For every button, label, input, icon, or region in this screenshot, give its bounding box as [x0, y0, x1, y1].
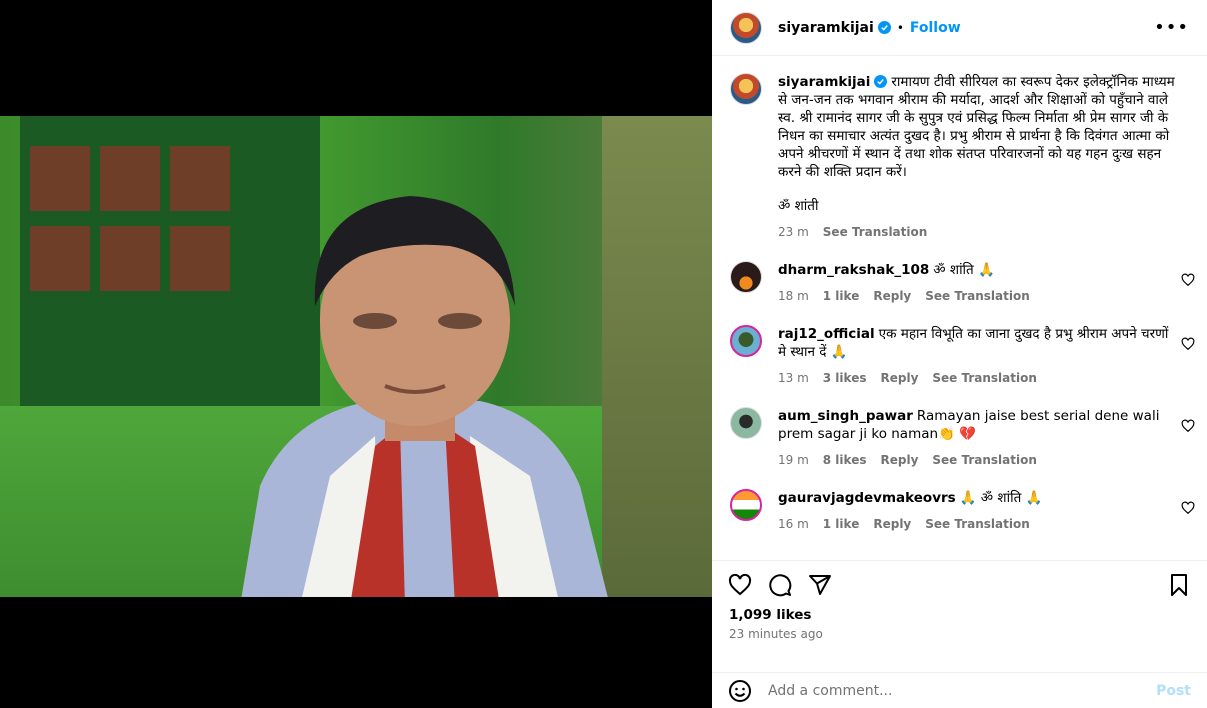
comment-likes[interactable]: 8 likes — [823, 451, 867, 469]
photo-window-pane — [100, 226, 160, 291]
caption-tail: ॐ शांती — [778, 198, 819, 214]
reply-button[interactable]: Reply — [873, 287, 911, 305]
comment-like-heart-icon[interactable] — [1181, 501, 1195, 515]
caption-meta: 23 m See Translation — [778, 223, 1178, 241]
bookmark-icon[interactable] — [1167, 573, 1191, 597]
post-comment-button[interactable]: Post — [1156, 683, 1191, 699]
comment-body: raj12_official एक महान विभूति का जाना दुख… — [778, 325, 1178, 387]
comment-body: dharm_rakshak_108 ॐ शांति 🙏 18 m 1 like R… — [778, 261, 1178, 305]
comment-time[interactable]: 18 m — [778, 287, 809, 305]
comment-like-heart-icon[interactable] — [1181, 337, 1195, 351]
comments-list[interactable]: siyaramkijai रामायण टीवी सीरियल का स्वरूप… — [712, 57, 1207, 559]
commenter-avatar[interactable] — [730, 261, 762, 293]
comment-meta: 13 m 3 likes Reply See Translation — [778, 369, 1178, 387]
comment-text: 🙏 ॐ शांति 🙏 — [959, 490, 1043, 506]
comment-likes[interactable]: 3 likes — [823, 369, 867, 387]
heart-icon[interactable] — [728, 573, 752, 597]
comment-username[interactable]: gauravjagdevmakeovrs — [778, 490, 956, 506]
follow-button[interactable]: Follow — [910, 20, 961, 36]
comment-time[interactable]: 19 m — [778, 451, 809, 469]
comment-item: aum_singh_pawar Ramayan jaise best serial… — [712, 387, 1207, 469]
author-username[interactable]: siyaramkijai — [778, 20, 874, 36]
post-side-panel: siyaramkijai • Follow ••• siyaramkijai रा… — [712, 0, 1207, 708]
commenter-avatar[interactable] — [730, 489, 762, 521]
comment-time[interactable]: 16 m — [778, 515, 809, 533]
author-avatar[interactable] — [730, 11, 762, 44]
verified-icon — [877, 21, 891, 34]
photo-person — [241, 196, 608, 597]
reply-button[interactable]: Reply — [880, 451, 918, 469]
reply-button[interactable]: Reply — [880, 369, 918, 387]
add-comment-bar: Add a comment... Post — [712, 672, 1207, 708]
see-translation-link[interactable]: See Translation — [932, 451, 1037, 469]
see-translation-link[interactable]: See Translation — [925, 515, 1030, 533]
share-icon[interactable] — [808, 573, 832, 597]
post-actions: 1,099 likes 23 minutes ago Add a comment… — [712, 560, 1207, 708]
comment-meta: 19 m 8 likes Reply See Translation — [778, 451, 1178, 469]
reply-button[interactable]: Reply — [873, 515, 911, 533]
likes-count[interactable]: 1,099 likes — [712, 597, 1207, 623]
photo-window-pane — [30, 146, 90, 211]
photo-window-pane — [100, 146, 160, 211]
comment-icon[interactable] — [768, 573, 792, 597]
comment-like-heart-icon[interactable] — [1181, 419, 1195, 433]
comment-likes[interactable]: 1 like — [823, 515, 860, 533]
comment-item: gauravjagdevmakeovrs 🙏 ॐ शांति 🙏 16 m 1 l… — [712, 469, 1207, 533]
post-media[interactable] — [0, 0, 712, 708]
emoji-icon[interactable] — [728, 679, 752, 703]
caption-body: siyaramkijai रामायण टीवी सीरियल का स्वरूप… — [778, 73, 1178, 241]
comment-time[interactable]: 13 m — [778, 369, 809, 387]
commenter-avatar[interactable] — [730, 407, 762, 439]
instagram-post-view: siyaramkijai • Follow ••• siyaramkijai रा… — [0, 0, 1207, 708]
comment-username[interactable]: dharm_rakshak_108 — [778, 262, 929, 278]
caption-username[interactable]: siyaramkijai — [778, 74, 870, 90]
comment-body: aum_singh_pawar Ramayan jaise best serial… — [778, 407, 1178, 469]
comment-input[interactable]: Add a comment... — [768, 683, 892, 699]
post-photo — [0, 116, 712, 597]
post-caption: siyaramkijai रामायण टीवी सीरियल का स्वरूप… — [712, 57, 1207, 241]
comment-meta: 18 m 1 like Reply See Translation — [778, 287, 1178, 305]
comment-item: raj12_official एक महान विभूति का जाना दुख… — [712, 305, 1207, 387]
comment-item: dharm_rakshak_108 ॐ शांति 🙏 18 m 1 like R… — [712, 241, 1207, 305]
see-translation-link[interactable]: See Translation — [823, 223, 928, 241]
comment-likes[interactable]: 1 like — [823, 287, 860, 305]
separator-dot: • — [896, 20, 904, 35]
comment-like-heart-icon[interactable] — [1181, 273, 1195, 287]
comment-username[interactable]: aum_singh_pawar — [778, 408, 913, 424]
comment-meta: 16 m 1 like Reply See Translation — [778, 515, 1178, 533]
comment-text: ॐ शांति 🙏 — [933, 262, 995, 278]
commenter-avatar[interactable] — [730, 325, 762, 357]
see-translation-link[interactable]: See Translation — [925, 287, 1030, 305]
comment-username[interactable]: raj12_official — [778, 326, 875, 342]
author-avatar[interactable] — [730, 73, 762, 105]
caption-time[interactable]: 23 m — [778, 223, 809, 241]
verified-icon — [874, 75, 888, 88]
see-translation-link[interactable]: See Translation — [932, 369, 1037, 387]
comment-body: gauravjagdevmakeovrs 🙏 ॐ शांति 🙏 16 m 1 l… — [778, 489, 1178, 533]
more-icon[interactable]: ••• — [1154, 17, 1189, 38]
post-timestamp[interactable]: 23 minutes ago — [712, 623, 1207, 641]
post-header: siyaramkijai • Follow ••• — [712, 0, 1207, 56]
photo-window-pane — [30, 226, 90, 291]
action-icon-row — [712, 561, 1207, 597]
